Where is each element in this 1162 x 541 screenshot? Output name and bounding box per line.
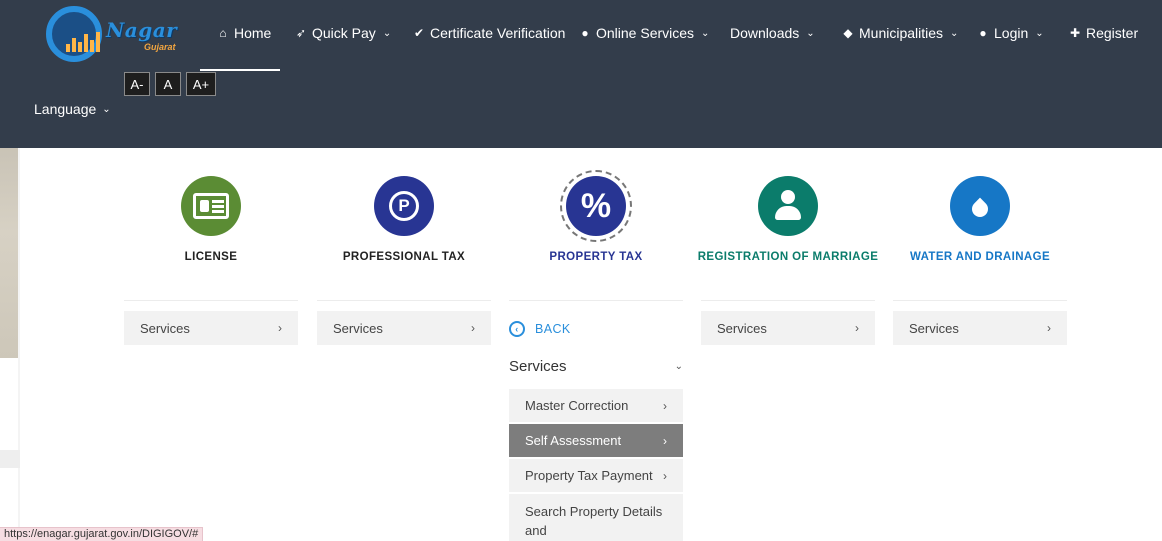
nav-register-label: Register <box>1086 25 1139 41</box>
nav-quick-pay[interactable]: ➶ Quick Pay ⌄ <box>294 22 391 44</box>
water-drop-icon[interactable] <box>950 176 1010 236</box>
nav-online-services[interactable]: ● Online Services ⌄ <box>578 22 709 44</box>
nav-downloads-label: Downloads <box>730 25 800 41</box>
nav-municipalities-label: Municipalities <box>859 25 944 41</box>
percent-icon[interactable]: % <box>566 176 626 236</box>
license-services-label: Services <box>140 320 190 336</box>
chevron-down-icon: ⌄ <box>102 103 111 115</box>
water-services-label: Services <box>909 320 959 336</box>
divider <box>317 300 491 301</box>
divider <box>893 300 1067 301</box>
logo-title: Nagar <box>106 18 178 42</box>
nav-login-label: Login <box>994 25 1029 41</box>
font-normal-button[interactable]: A <box>155 72 181 96</box>
nav-certificate-verification[interactable]: ✔ Certificate Verification <box>412 22 565 44</box>
services-heading: Services <box>509 358 567 375</box>
chevron-left-icon: ‹ <box>509 321 525 337</box>
chevron-right-icon: › <box>1047 321 1051 335</box>
chevron-down-icon: ⌄ <box>674 361 683 372</box>
submenu-master-correction[interactable]: Master Correction › <box>509 389 683 422</box>
logo-subtitle: Gujarat <box>144 42 176 52</box>
submenu-label: Search Property Details and <box>525 504 663 538</box>
globe-icon: ● <box>581 26 589 40</box>
nav-quick-pay-label: Quick Pay <box>312 25 376 41</box>
submenu-property-tax-payment[interactable]: Property Tax Payment › <box>509 459 683 492</box>
nav-home[interactable]: ⌂ Home <box>216 22 271 44</box>
divider <box>509 300 683 301</box>
user-plus-icon: ✚ <box>1069 26 1081 40</box>
chevron-right-icon: › <box>471 321 475 335</box>
language-label: Language <box>34 101 97 117</box>
nav-online-services-label: Online Services <box>596 25 695 41</box>
home-icon: ⌂ <box>219 26 227 40</box>
chevron-right-icon: › <box>663 468 667 483</box>
chevron-down-icon: ⌄ <box>1035 27 1044 39</box>
water-services-button[interactable]: Services › <box>893 311 1067 345</box>
logo-bars-icon <box>66 30 100 52</box>
submenu-search-property-details[interactable]: Search Property Details and <box>509 494 683 541</box>
license-icon[interactable] <box>181 176 241 236</box>
back-label: BACK <box>535 322 571 336</box>
chevron-down-icon: ⌄ <box>701 27 710 39</box>
professional-tax-services-label: Services <box>333 320 383 336</box>
font-decrease-button[interactable]: A- <box>124 72 150 96</box>
submenu-label: Property Tax Payment <box>525 468 653 483</box>
submenu-label: Self Assessment <box>525 433 622 448</box>
rocket-icon: ➶ <box>295 26 307 40</box>
water-title[interactable]: WATER AND DRAINAGE <box>873 251 1087 263</box>
nav-underline <box>200 69 280 71</box>
nav-certificate-verification-label: Certificate Verification <box>430 25 566 41</box>
marriage-services-button[interactable]: Services › <box>701 311 875 345</box>
tag-icon: ◆ <box>843 26 853 40</box>
property-tax-title[interactable]: PROPERTY TAX <box>489 251 703 263</box>
professional-tax-services-button[interactable]: Services › <box>317 311 491 345</box>
user-icon: ● <box>979 26 987 40</box>
chevron-down-icon: ⌄ <box>950 27 959 39</box>
font-size-controls: A- A A+ <box>124 72 216 96</box>
chevron-down-icon: ⌄ <box>806 27 815 39</box>
nav-municipalities[interactable]: ◆ Municipalities ⌄ <box>841 22 958 44</box>
status-bar-url: https://enagar.gujarat.gov.in/DIGIGOV/# <box>0 527 204 541</box>
check-icon: ✔ <box>413 26 425 40</box>
nav-home-label: Home <box>234 25 272 41</box>
nav-register[interactable]: ✚ Register <box>1068 22 1138 44</box>
divider <box>701 300 875 301</box>
services-accordion-header[interactable]: Services ⌄ <box>509 358 683 375</box>
professional-tax-icon[interactable]: P <box>374 176 434 236</box>
background-gray-strip <box>0 450 20 468</box>
chevron-down-icon: ⌄ <box>382 27 392 39</box>
language-selector[interactable]: Language ⌄ <box>34 101 111 117</box>
license-title[interactable]: LICENSE <box>104 251 318 263</box>
background-image-strip <box>0 148 20 358</box>
submenu-label: Master Correction <box>525 398 629 413</box>
marriage-services-label: Services <box>717 320 767 336</box>
person-icon[interactable] <box>758 176 818 236</box>
divider <box>124 300 298 301</box>
license-services-button[interactable]: Services › <box>124 311 298 345</box>
nav-downloads[interactable]: Downloads ⌄ <box>730 22 815 44</box>
chevron-right-icon: › <box>855 321 859 335</box>
logo-ring <box>46 6 102 62</box>
professional-tax-title[interactable]: PROFESSIONAL TAX <box>297 251 511 263</box>
font-increase-button[interactable]: A+ <box>186 72 216 96</box>
nav-login[interactable]: ● Login ⌄ <box>976 22 1044 44</box>
site-logo[interactable]: Nagar Gujarat <box>44 4 179 64</box>
panel-edge <box>18 148 20 541</box>
chevron-right-icon: › <box>663 433 667 448</box>
marriage-title[interactable]: REGISTRATION OF MARRIAGE <box>681 251 895 263</box>
back-button[interactable]: ‹ BACK <box>509 321 571 337</box>
chevron-right-icon: › <box>663 398 667 413</box>
submenu-self-assessment[interactable]: Self Assessment › <box>509 424 683 457</box>
top-header: Nagar Gujarat ⌂ Home ➶ Quick Pay ⌄ ✔ Cer… <box>0 0 1162 148</box>
chevron-right-icon: › <box>278 321 282 335</box>
property-tax-submenu: Master Correction › Self Assessment › Pr… <box>509 389 683 541</box>
